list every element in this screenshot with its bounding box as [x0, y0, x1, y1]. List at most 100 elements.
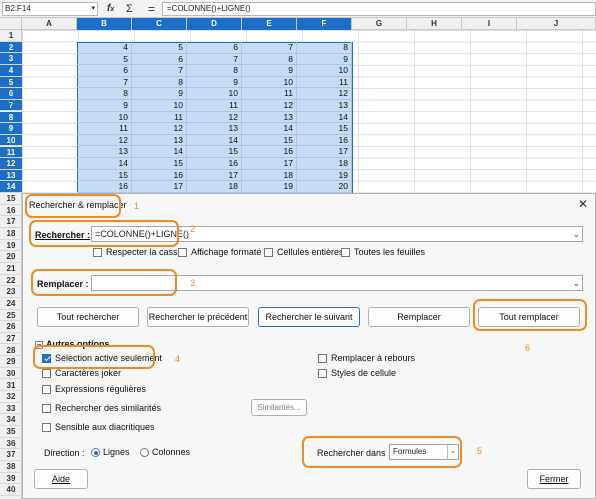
- row-header[interactable]: 10: [0, 134, 22, 147]
- regex-option[interactable]: Expressions régulières: [42, 384, 146, 395]
- row-header[interactable]: 26: [0, 321, 22, 333]
- row-header[interactable]: 35: [0, 426, 22, 438]
- table-cell[interactable]: 4: [77, 42, 132, 54]
- table-cell[interactable]: 14: [77, 158, 132, 170]
- row-header[interactable]: 28: [0, 345, 22, 357]
- row-header[interactable]: 12: [0, 158, 22, 170]
- table-cell[interactable]: 6: [77, 65, 132, 77]
- row-header[interactable]: 3: [0, 53, 22, 65]
- cell-styles-option[interactable]: Styles de cellule: [318, 368, 396, 379]
- table-cell[interactable]: 14: [187, 134, 242, 147]
- chevron-down-icon[interactable]: ⌄: [572, 227, 580, 241]
- table-cell[interactable]: 18: [242, 169, 297, 182]
- table-cell[interactable]: 12: [132, 123, 187, 135]
- table-cell[interactable]: 15: [187, 146, 242, 158]
- row-header[interactable]: 24: [0, 298, 22, 310]
- row-header[interactable]: 34: [0, 414, 22, 427]
- all-sheets-option[interactable]: Toutes les feuilles: [341, 247, 425, 258]
- row-header[interactable]: 33: [0, 403, 22, 415]
- table-cell[interactable]: 13: [187, 123, 242, 135]
- match-case-option[interactable]: Respecter la casse: [93, 247, 183, 258]
- formatted-option[interactable]: Affichage formaté: [178, 247, 261, 258]
- direction-rows-radio[interactable]: [91, 448, 100, 458]
- table-cell[interactable]: 10: [187, 88, 242, 100]
- cell-styles-checkbox[interactable]: [318, 369, 327, 379]
- table-cell[interactable]: 15: [297, 123, 352, 135]
- table-cell[interactable]: 16: [297, 134, 352, 147]
- row-header[interactable]: 7: [0, 99, 22, 112]
- column-header[interactable]: A: [22, 18, 77, 30]
- table-cell[interactable]: 15: [242, 134, 297, 147]
- table-cell[interactable]: 8: [297, 42, 352, 54]
- table-cell[interactable]: 7: [242, 42, 297, 54]
- row-header[interactable]: 39: [0, 473, 22, 485]
- row-header[interactable]: 2: [0, 41, 22, 54]
- regex-checkbox[interactable]: [42, 385, 51, 395]
- table-cell[interactable]: 9: [297, 53, 352, 66]
- column-header[interactable]: F: [297, 18, 352, 30]
- match-case-checkbox[interactable]: [93, 248, 102, 258]
- formatted-checkbox[interactable]: [178, 248, 187, 258]
- table-cell[interactable]: 5: [77, 53, 132, 66]
- similarity-checkbox[interactable]: [42, 404, 51, 414]
- table-cell[interactable]: 8: [187, 65, 242, 77]
- column-header[interactable]: E: [242, 18, 297, 30]
- table-cell[interactable]: 11: [242, 88, 297, 100]
- table-cell[interactable]: 19: [242, 181, 297, 193]
- table-cell[interactable]: 12: [242, 100, 297, 112]
- row-header[interactable]: 15: [0, 193, 22, 205]
- row-header[interactable]: 20: [0, 251, 22, 263]
- table-cell[interactable]: 13: [132, 134, 187, 147]
- column-header[interactable]: I: [462, 18, 517, 30]
- column-header[interactable]: G: [352, 18, 407, 30]
- row-header[interactable]: 22: [0, 275, 22, 287]
- table-cell[interactable]: 13: [297, 100, 352, 112]
- table-cell[interactable]: 7: [132, 65, 187, 77]
- table-cell[interactable]: 8: [77, 88, 132, 100]
- close-button[interactable]: Fermer: [527, 469, 581, 489]
- table-cell[interactable]: 8: [132, 76, 187, 89]
- table-cell[interactable]: 12: [77, 134, 132, 147]
- table-cell[interactable]: 11: [187, 100, 242, 112]
- table-cell[interactable]: 10: [242, 76, 297, 89]
- column-header[interactable]: C: [132, 18, 187, 30]
- row-header[interactable]: 17: [0, 216, 22, 228]
- column-header[interactable]: B: [77, 18, 132, 30]
- table-cell[interactable]: 12: [297, 88, 352, 100]
- table-cell[interactable]: 17: [297, 146, 352, 158]
- similarities-button[interactable]: Similarités...: [251, 399, 307, 416]
- similarity-option[interactable]: Rechercher des similarités: [42, 403, 161, 414]
- select-all-corner[interactable]: [0, 18, 22, 30]
- function-wizard-icon[interactable]: fx: [107, 1, 114, 17]
- column-header[interactable]: D: [187, 18, 242, 30]
- table-cell[interactable]: 17: [187, 169, 242, 182]
- row-header[interactable]: 6: [0, 88, 22, 100]
- row-header[interactable]: 30: [0, 368, 22, 380]
- row-header[interactable]: 40: [0, 484, 22, 496]
- row-header[interactable]: 4: [0, 64, 22, 77]
- table-cell[interactable]: 13: [242, 111, 297, 124]
- row-header[interactable]: 36: [0, 438, 22, 450]
- table-cell[interactable]: 7: [77, 76, 132, 89]
- table-cell[interactable]: 9: [77, 100, 132, 112]
- table-cell[interactable]: 5: [132, 42, 187, 54]
- table-cell[interactable]: 6: [187, 42, 242, 54]
- table-cell[interactable]: 15: [132, 158, 187, 170]
- formula-input[interactable]: =COLONNE()+LIGNE(): [162, 2, 596, 16]
- table-cell[interactable]: 10: [297, 65, 352, 77]
- help-button[interactable]: Aide: [34, 469, 88, 489]
- table-cell[interactable]: 11: [297, 76, 352, 89]
- table-cell[interactable]: 10: [77, 111, 132, 124]
- direction-columns-radio[interactable]: [140, 448, 149, 458]
- table-cell[interactable]: 13: [77, 146, 132, 158]
- wildcards-checkbox[interactable]: [42, 369, 51, 379]
- table-cell[interactable]: 9: [132, 88, 187, 100]
- table-cell[interactable]: 18: [297, 158, 352, 170]
- table-cell[interactable]: 20: [297, 181, 352, 193]
- name-box[interactable]: B2:F14 ▾: [2, 2, 98, 16]
- row-header[interactable]: 1: [0, 30, 22, 42]
- diacritics-checkbox[interactable]: [42, 423, 51, 433]
- row-header[interactable]: 31: [0, 380, 22, 392]
- backwards-checkbox[interactable]: [318, 354, 327, 364]
- table-cell[interactable]: 14: [242, 123, 297, 135]
